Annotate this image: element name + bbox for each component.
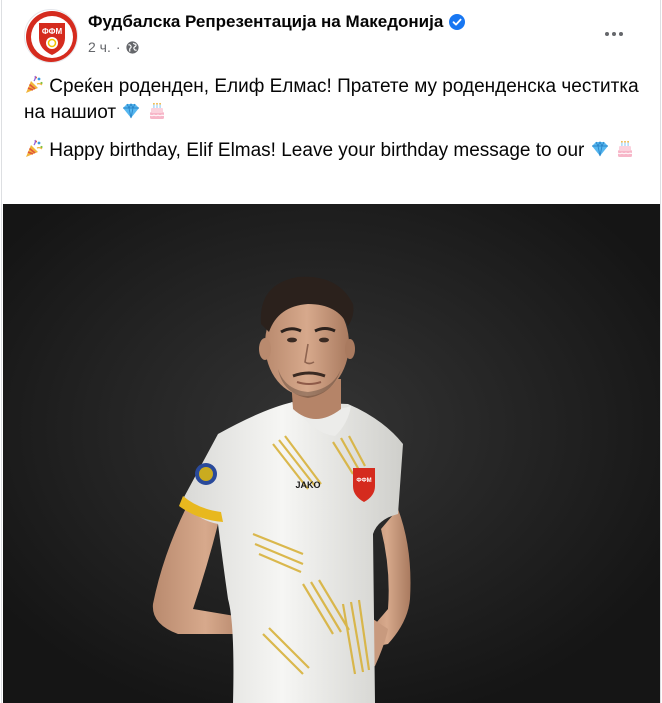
gem-icon [123, 102, 140, 119]
post-timestamp[interactable]: 2 ч. [88, 39, 111, 55]
post-meta: 2 ч. · [88, 39, 139, 55]
more-options-button[interactable] [596, 22, 632, 46]
dot-icon [605, 32, 609, 36]
ffm-logo: ФФМ [26, 11, 77, 62]
verified-badge-icon [449, 14, 466, 30]
post-photo[interactable]: ФФМ JAKO [3, 204, 660, 703]
post-body: Среќен роденден, Елиф Елмас! Пратете му … [24, 74, 649, 176]
jersey-brand: JAKO [295, 480, 320, 490]
globe-icon[interactable] [125, 40, 139, 54]
paragraph-mk: Среќен роденден, Елиф Елмас! Пратете му … [24, 74, 649, 126]
birthday-cake-icon [149, 102, 165, 119]
page-avatar[interactable]: ФФМ [24, 9, 78, 63]
paragraph-en-text: Happy birthday, Elif Elmas! Leave your b… [49, 140, 585, 161]
paragraph-mk-text: Среќен роденден, Елиф Елмас! Пратете му … [24, 76, 639, 123]
dot-icon [612, 32, 616, 36]
party-popper-icon [26, 75, 43, 93]
post-card: ФФМ Фудбалска Репрезентација на Македони… [1, 0, 661, 703]
dot-icon [619, 32, 623, 36]
meta-separator: · [115, 39, 121, 55]
birthday-cake-icon [617, 140, 633, 157]
player-photo: ФФМ JAKO [3, 204, 660, 703]
party-popper-icon [26, 139, 43, 157]
paragraph-en: Happy birthday, Elif Elmas! Leave your b… [24, 138, 649, 164]
crest-text: ФФМ [356, 478, 371, 484]
page-name-row: Фудбалска Репрезентација на Македонија [88, 12, 466, 32]
page-name-link[interactable]: Фудбалска Репрезентација на Македонија [88, 12, 443, 32]
gem-icon [591, 140, 608, 157]
logo-text: ФФМ [42, 27, 63, 36]
